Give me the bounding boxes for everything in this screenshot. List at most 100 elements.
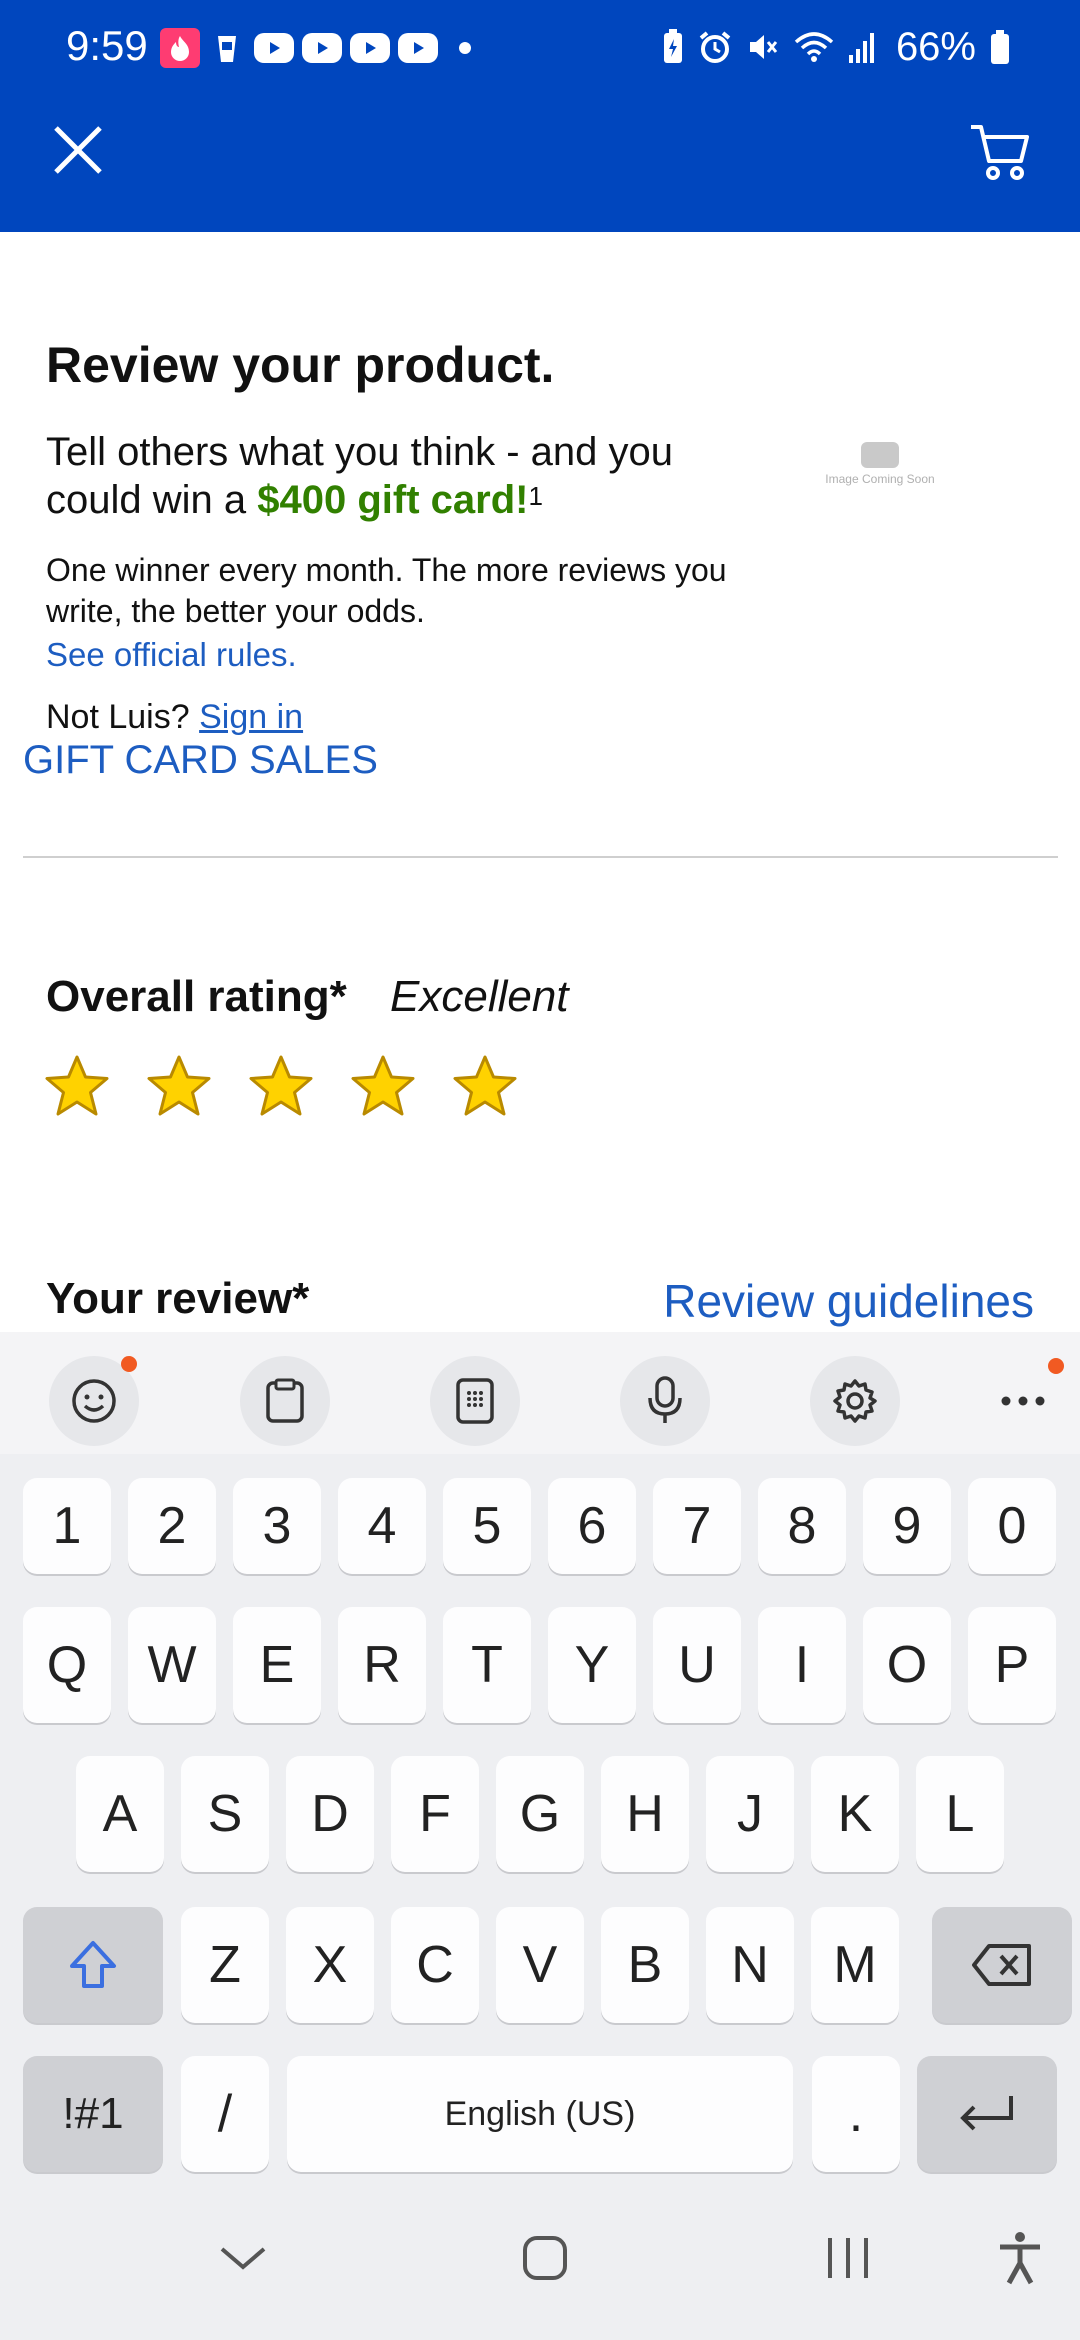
letter-key-r[interactable]: R xyxy=(338,1607,426,1723)
keypad-icon xyxy=(456,1378,494,1424)
letter-key-q[interactable]: Q xyxy=(23,1607,111,1723)
star-4-icon[interactable] xyxy=(350,1054,416,1120)
home-icon xyxy=(523,2236,567,2280)
battery-icon xyxy=(991,30,1009,64)
accessibility-icon xyxy=(1000,2232,1040,2285)
keyboard-toolbar xyxy=(0,1332,1080,1454)
number-key-0[interactable]: 0 xyxy=(968,1478,1056,1574)
gift-card-sales-link[interactable]: GIFT CARD SALES xyxy=(23,738,378,783)
close-icon xyxy=(54,126,102,174)
contest-description: Tell others what you think - and you cou… xyxy=(46,428,746,524)
emoji-icon xyxy=(72,1379,116,1423)
tinder-notification-icon xyxy=(160,28,200,68)
notification-badge xyxy=(121,1356,137,1372)
star-1-icon[interactable] xyxy=(44,1054,110,1120)
close-button[interactable] xyxy=(40,112,116,188)
letter-key-c[interactable]: C xyxy=(391,1907,479,2023)
page-title: Review your product. xyxy=(46,337,555,393)
letter-key-k[interactable]: K xyxy=(811,1756,899,1872)
official-rules-link[interactable]: See official rules. xyxy=(46,636,297,674)
number-key-9[interactable]: 9 xyxy=(863,1478,951,1574)
settings-icon xyxy=(833,1379,877,1423)
letter-key-s[interactable]: S xyxy=(181,1756,269,1872)
status-time: 9:59 xyxy=(66,22,148,69)
enter-key[interactable] xyxy=(917,2056,1057,2172)
letter-key-j[interactable]: J xyxy=(706,1756,794,1872)
number-key-4[interactable]: 4 xyxy=(338,1478,426,1574)
star-2-icon[interactable] xyxy=(146,1054,212,1120)
backspace-key[interactable] xyxy=(932,1907,1072,2023)
more-options-button[interactable] xyxy=(978,1356,1068,1446)
battery-percent: 66% xyxy=(895,24,976,69)
cart-button[interactable] xyxy=(960,112,1040,192)
letter-key-h[interactable]: H xyxy=(601,1756,689,1872)
divider xyxy=(23,856,1058,858)
letter-key-l[interactable]: L xyxy=(916,1756,1004,1872)
product-image: Image Coming Soon xyxy=(820,442,940,532)
review-guidelines-link[interactable]: Review guidelines xyxy=(663,1274,1034,1328)
letter-key-e[interactable]: E xyxy=(233,1607,321,1723)
letter-key-b[interactable]: B xyxy=(601,1907,689,2023)
status-bar: 9:59 66% xyxy=(0,0,1080,96)
enter-icon xyxy=(960,2096,1013,2131)
letter-key-o[interactable]: O xyxy=(863,1607,951,1723)
number-key-1[interactable]: 1 xyxy=(23,1478,111,1574)
more-icon xyxy=(1001,1396,1045,1406)
back-chevron-icon xyxy=(220,2247,266,2270)
star-5-icon[interactable] xyxy=(452,1054,518,1120)
star-3-icon[interactable] xyxy=(248,1054,314,1120)
home-button[interactable] xyxy=(485,2198,605,2318)
letter-key-z[interactable]: Z xyxy=(181,1907,269,2023)
letter-key-n[interactable]: N xyxy=(706,1907,794,2023)
period-key[interactable]: . xyxy=(812,2056,900,2172)
hide-keyboard-button[interactable] xyxy=(183,2198,303,2318)
shift-key[interactable] xyxy=(23,1907,163,2023)
not-user-text: Not Luis? xyxy=(46,698,190,736)
keypad-button[interactable] xyxy=(430,1356,520,1446)
star-rating xyxy=(44,1054,518,1120)
wifi-icon xyxy=(794,32,834,62)
slash-key[interactable]: / xyxy=(181,2056,269,2172)
keyboard-settings-button[interactable] xyxy=(810,1356,900,1446)
accessibility-button[interactable] xyxy=(960,2198,1080,2318)
clipboard-icon xyxy=(266,1378,304,1423)
notification-badge xyxy=(1048,1358,1064,1374)
letter-key-g[interactable]: G xyxy=(496,1756,584,1872)
letter-key-w[interactable]: W xyxy=(128,1607,216,1723)
system-navigation-bar xyxy=(0,2178,1080,2340)
battery-saver-icon xyxy=(663,29,682,63)
clipboard-button[interactable] xyxy=(240,1356,330,1446)
emoji-button[interactable] xyxy=(49,1356,139,1446)
letter-key-v[interactable]: V xyxy=(496,1907,584,2023)
space-bar[interactable]: English (US) xyxy=(287,2056,793,2172)
mute-icon xyxy=(749,35,778,59)
symbols-key[interactable]: !#1 xyxy=(23,2056,163,2172)
letter-key-a[interactable]: A xyxy=(76,1756,164,1872)
letter-key-i[interactable]: I xyxy=(758,1607,846,1723)
letter-key-d[interactable]: D xyxy=(286,1756,374,1872)
youtube-notification-icon xyxy=(398,33,438,63)
letter-key-f[interactable]: F xyxy=(391,1756,479,1872)
youtube-notification-icon xyxy=(254,33,294,63)
top-bar: 9:59 66% xyxy=(0,0,1080,232)
account-switch: Not Luis? Sign in xyxy=(46,698,303,737)
sign-in-link[interactable]: Sign in xyxy=(199,698,303,736)
number-key-6[interactable]: 6 xyxy=(548,1478,636,1574)
letter-key-u[interactable]: U xyxy=(653,1607,741,1723)
number-key-3[interactable]: 3 xyxy=(233,1478,321,1574)
letter-key-y[interactable]: Y xyxy=(548,1607,636,1723)
contest-subtext: One winner every month. The more reviews… xyxy=(46,552,727,629)
number-key-5[interactable]: 5 xyxy=(443,1478,531,1574)
number-key-8[interactable]: 8 xyxy=(758,1478,846,1574)
letter-key-t[interactable]: T xyxy=(443,1607,531,1723)
voice-input-button[interactable] xyxy=(620,1356,710,1446)
letter-key-p[interactable]: P xyxy=(968,1607,1056,1723)
letter-key-x[interactable]: X xyxy=(286,1907,374,2023)
number-key-2[interactable]: 2 xyxy=(128,1478,216,1574)
footnote-marker: 1 xyxy=(528,481,543,511)
number-key-7[interactable]: 7 xyxy=(653,1478,741,1574)
product-image-placeholder-text: Image Coming Soon xyxy=(825,472,935,486)
shift-icon xyxy=(70,1941,116,1988)
recents-button[interactable] xyxy=(788,2198,908,2318)
letter-key-m[interactable]: M xyxy=(811,1907,899,2023)
